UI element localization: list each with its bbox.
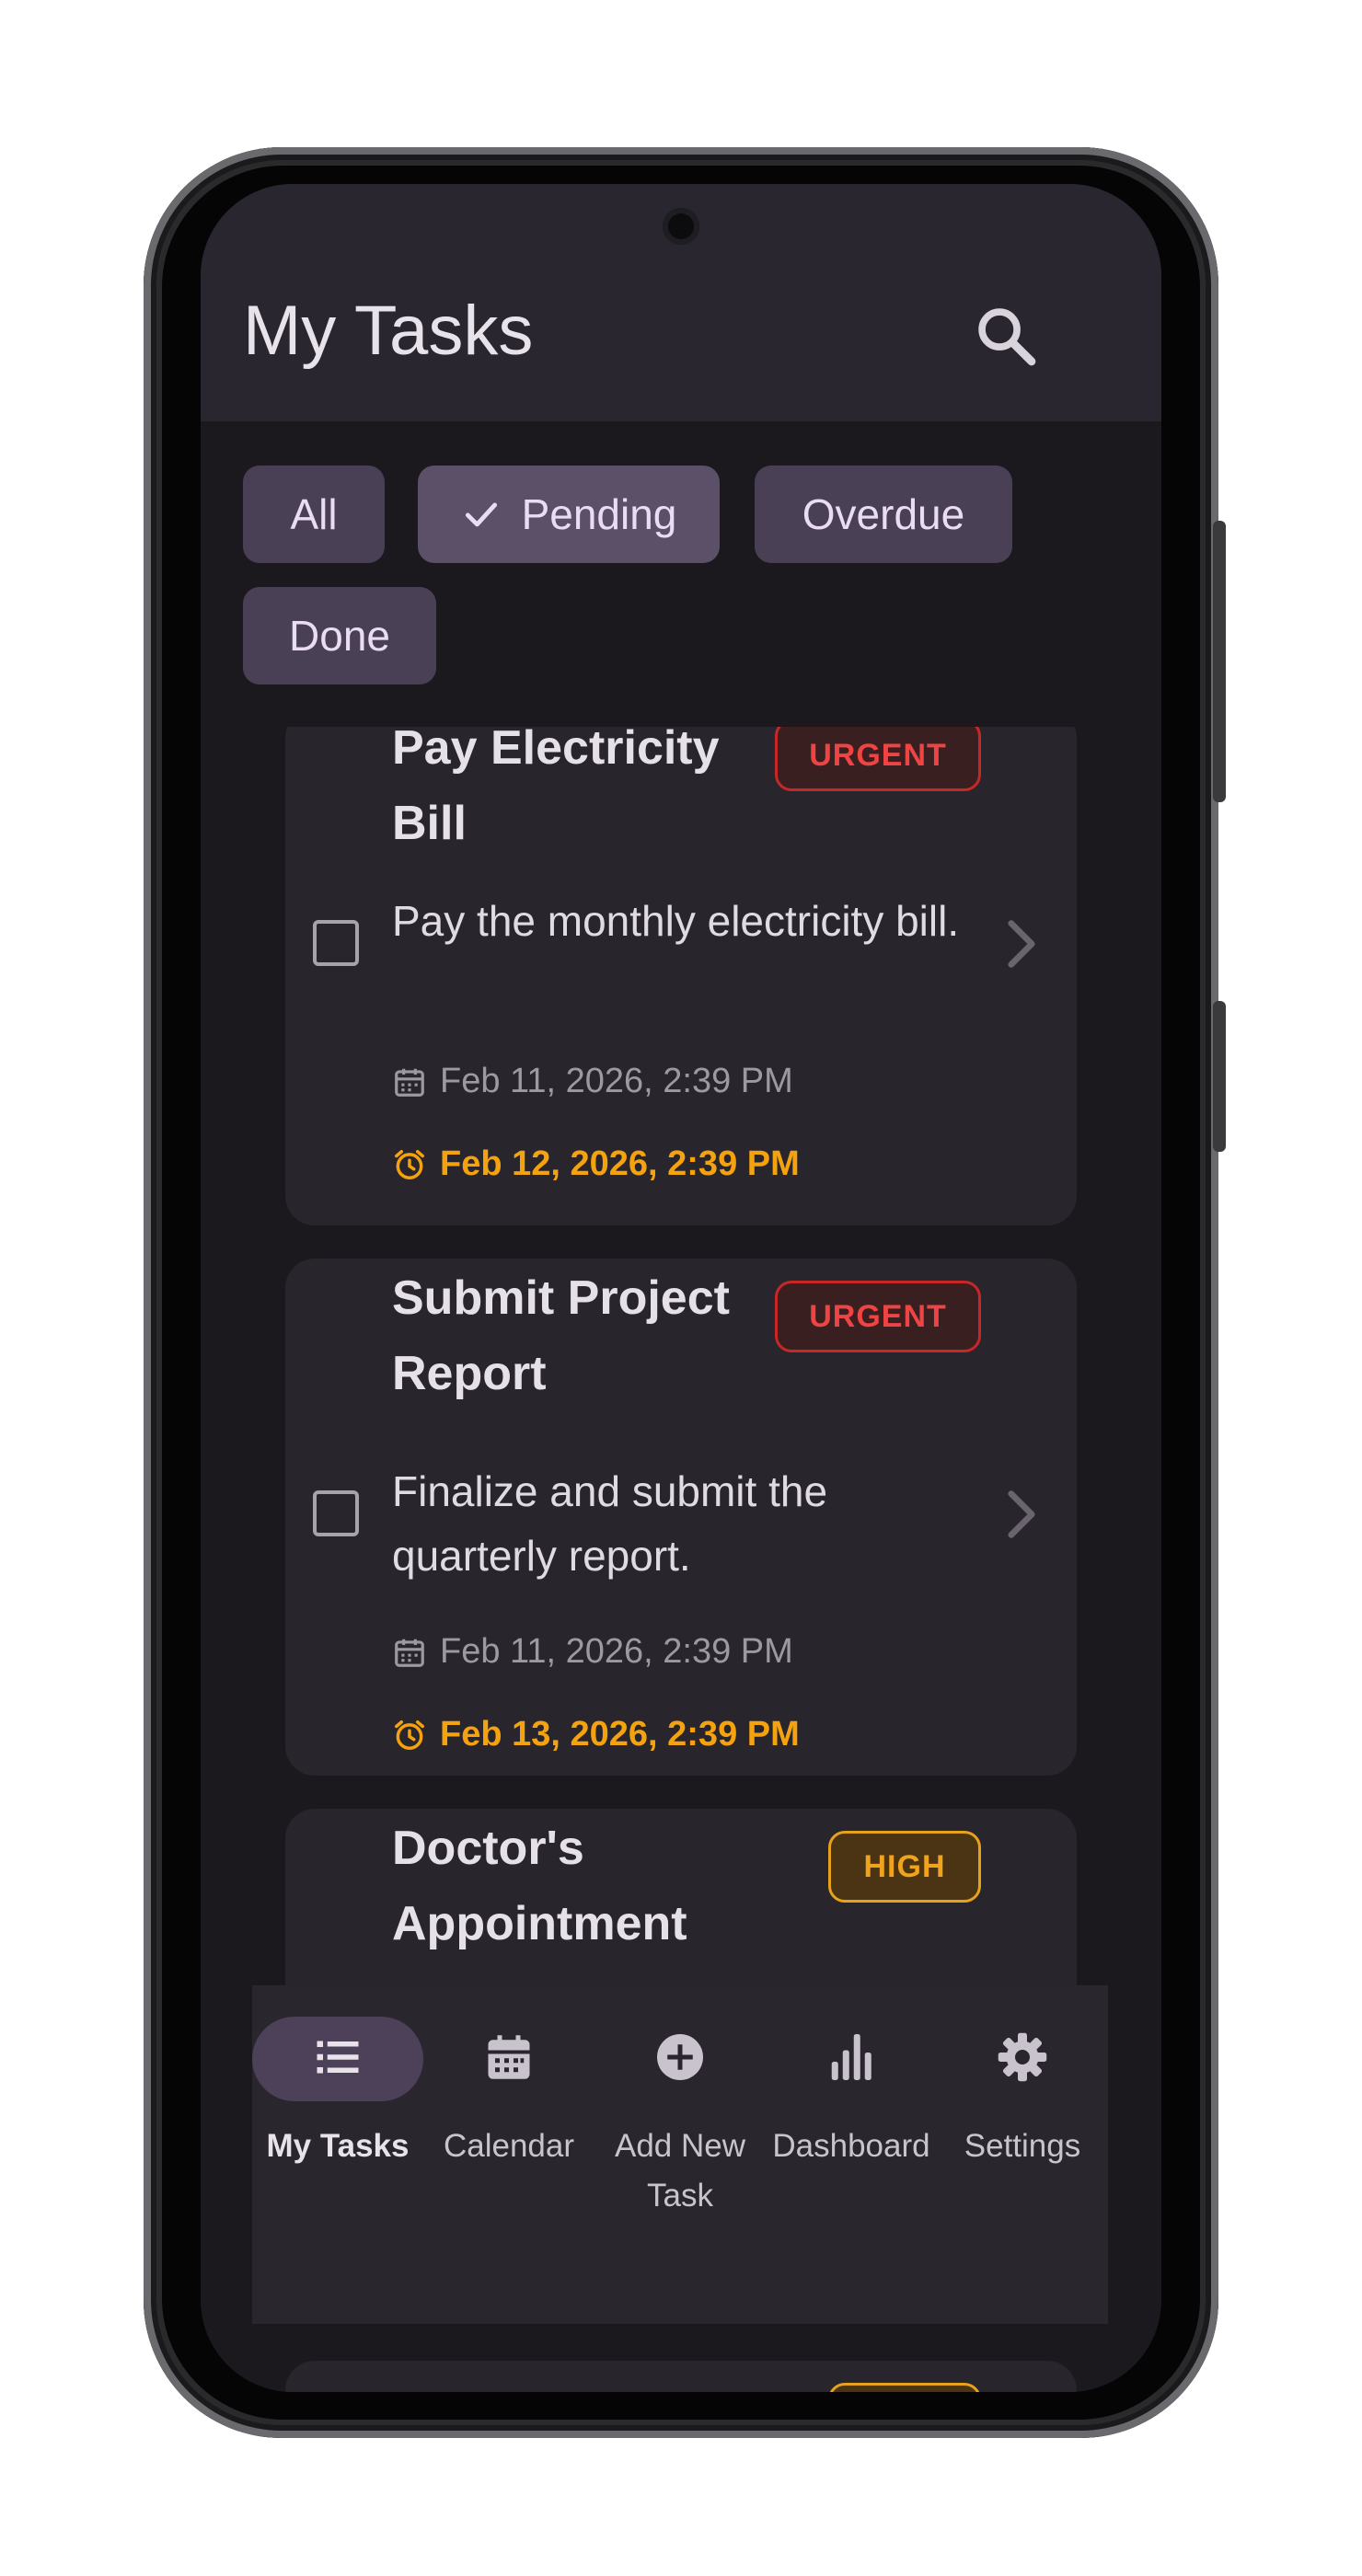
task-checkbox[interactable] <box>313 920 359 966</box>
task-title: Doctor's Appointment <box>392 1822 687 1950</box>
nav-label: My Tasks <box>266 2128 410 2164</box>
priority-badge-high <box>828 2383 981 2392</box>
due-date: Feb 12, 2026, 2:39 PM <box>392 1144 800 1184</box>
filter-chip-all[interactable]: All <box>243 466 385 563</box>
screen: My Tasks All Pending Overdue Done Pay El… <box>201 184 1161 2392</box>
nav-label: Calendar <box>443 2128 575 2164</box>
task-description: Pay the monthly electricity bill. <box>392 897 960 945</box>
alarm-icon <box>395 1719 424 1750</box>
filter-chip-pending[interactable]: Pending <box>418 466 720 563</box>
task-description: Finalize and submit the quarterly report… <box>392 1467 828 1580</box>
check-icon <box>465 502 497 527</box>
task-card[interactable]: Pay Electricity Bill URGENT Pay the mont… <box>285 727 1077 1225</box>
alarm-icon <box>395 1149 424 1179</box>
front-camera <box>663 208 699 245</box>
bottom-navigation: My Tasks Calendar Add New Task Dashboard… <box>252 1985 1108 2324</box>
created-date: Feb 11, 2026, 2:39 PM <box>392 1632 793 1672</box>
nav-label: Add New Task <box>614 2128 746 2214</box>
priority-badge-urgent: URGENT <box>775 1281 981 1352</box>
task-checkbox[interactable] <box>313 1490 359 1536</box>
created-date: Feb 11, 2026, 2:39 PM <box>392 1062 793 1101</box>
calendar-icon <box>395 1639 424 1667</box>
task-card[interactable] <box>285 2361 1077 2392</box>
bar-chart-icon <box>831 2034 871 2080</box>
due-date: Feb 13, 2026, 2:39 PM <box>392 1715 800 1754</box>
calendar-icon <box>395 1068 424 1097</box>
top-app-bar: My Tasks <box>201 184 1161 421</box>
nav-label: Settings <box>964 2128 1081 2164</box>
task-title: Submit Project Report <box>392 1271 730 1400</box>
page-title: My Tasks <box>243 292 534 370</box>
nav-label: Dashboard <box>772 2128 930 2164</box>
calendar-icon <box>488 2035 530 2079</box>
priority-badge-high: HIGH <box>828 1831 981 1903</box>
list-icon <box>317 2041 359 2074</box>
task-card[interactable]: Submit Project Report URGENT Finalize an… <box>285 1259 1077 1776</box>
power-button <box>1213 1001 1226 1152</box>
task-title: Pay Electricity Bill <box>392 727 720 850</box>
add-circle-icon <box>657 2034 703 2080</box>
volume-button <box>1213 521 1226 802</box>
search-icon[interactable] <box>972 302 1042 372</box>
filter-chip-overdue[interactable]: Overdue <box>755 466 1012 563</box>
filter-chip-done[interactable]: Done <box>243 587 436 684</box>
gear-icon <box>998 2032 1047 2082</box>
chevron-right-icon[interactable] <box>1005 918 1038 970</box>
priority-badge-urgent: URGENT <box>775 727 981 791</box>
chevron-right-icon[interactable] <box>1005 1489 1038 1540</box>
